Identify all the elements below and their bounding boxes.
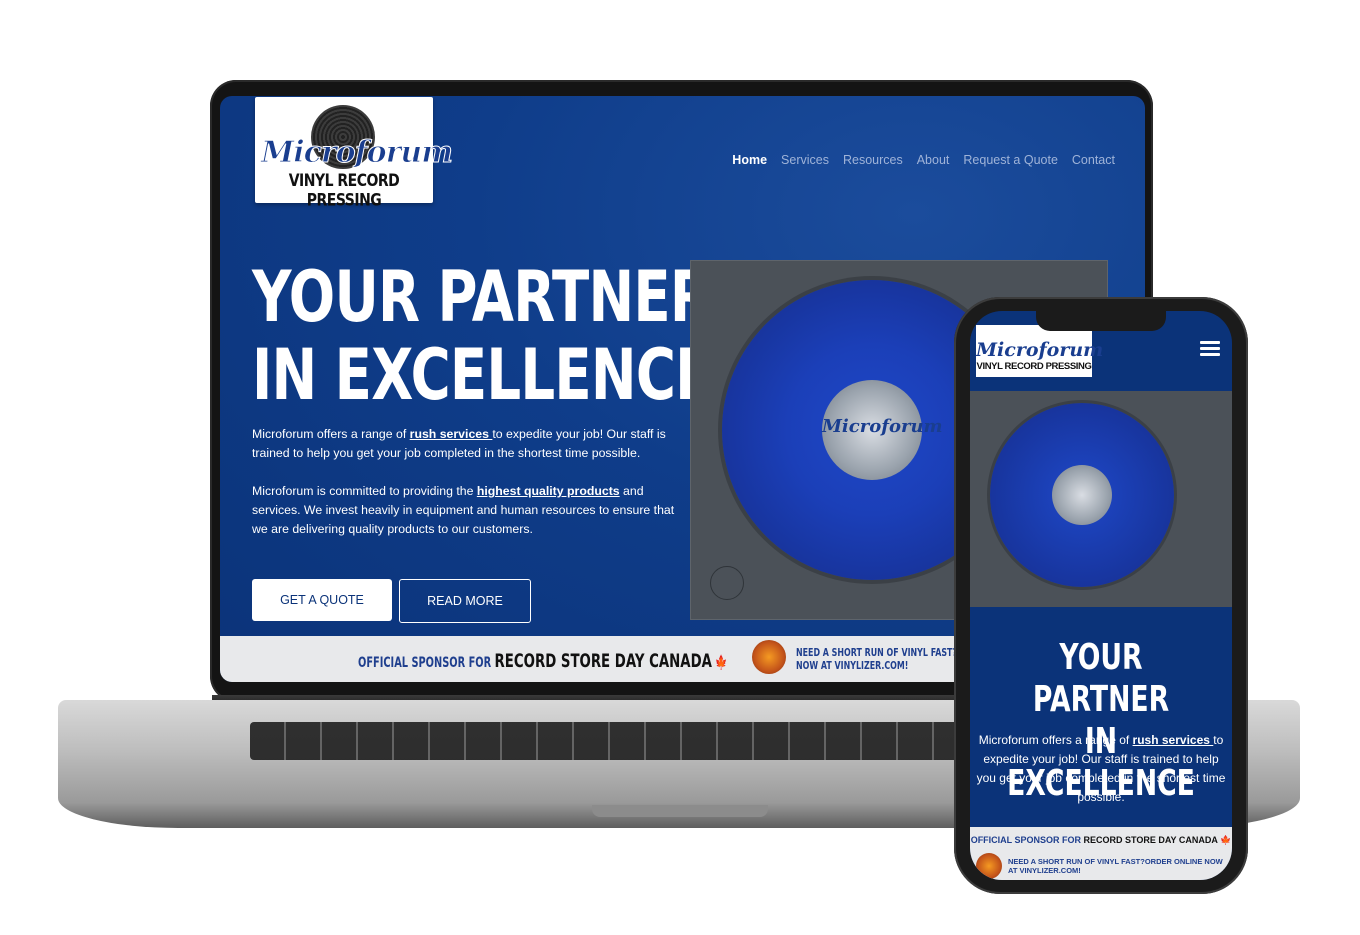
maple-leaf-icon: 🍁 — [715, 655, 728, 671]
logo-script: Microforum — [261, 135, 454, 171]
mobile-vinylizer-icon — [976, 853, 1002, 879]
record-label: Microforum — [822, 380, 943, 480]
hero-p2-text: Microforum is committed to providing the — [252, 484, 477, 498]
mobile-sponsor-banner[interactable]: OFFICIAL SPONSOR FOR RECORD STORE DAY CA… — [970, 827, 1232, 880]
phone-notch — [1036, 311, 1166, 331]
nav-request-quote[interactable]: Request a Quote — [963, 153, 1058, 167]
rsd-sponsor[interactable]: OFFICIAL SPONSOR FOR RECORD STORE DAY CA… — [358, 650, 728, 672]
mobile-maple-leaf-icon: 🍁 — [1220, 835, 1232, 845]
hero-title-line1: YOUR PARTNER — [252, 256, 712, 338]
mobile-title-line1: YOUR PARTNER — [1032, 637, 1170, 720]
mobile-turntable-image — [970, 391, 1232, 607]
hero-p1-text: Microforum offers a range of — [252, 427, 410, 441]
hero-paragraph-2: Microforum is committed to providing the… — [252, 482, 692, 539]
get-quote-button[interactable]: GET A QUOTE — [252, 579, 392, 621]
hero-title: YOUR PARTNER IN EXCELLENCE — [252, 258, 712, 414]
vinylizer-icon — [752, 640, 786, 674]
mobile-vinyl-record — [990, 403, 1174, 587]
phone-frame: Microforum VINYL RECORD PRESSING YOUR PA… — [954, 297, 1248, 894]
mobile-official-text: OFFICIAL SPONSOR FOR — [970, 835, 1084, 845]
record-label-text: Microforum — [822, 416, 943, 437]
official-sponsor-text: OFFICIAL SPONSOR FOR — [358, 655, 495, 671]
mobile-rush-services-link[interactable]: rush services — [1133, 733, 1214, 747]
quality-products-link[interactable]: highest quality products — [477, 484, 620, 498]
rsd-logo-text: RECORD STORE DAY CANADA — [494, 650, 712, 672]
hamburger-menu-icon[interactable] — [1200, 341, 1220, 359]
mobile-hero-paragraph: Microforum offers a range of rush servic… — [974, 731, 1228, 807]
mobile-rsd-sponsor[interactable]: OFFICIAL SPONSOR FOR RECORD STORE DAY CA… — [970, 835, 1232, 846]
mobile-p-text: Microforum offers a range of — [978, 733, 1133, 747]
nav-about[interactable]: About — [917, 153, 950, 167]
mobile-record-label — [1052, 465, 1112, 525]
hero-title-line2: IN EXCELLENCE — [252, 334, 712, 416]
laptop-notch — [592, 805, 768, 817]
phone-screen: Microforum VINYL RECORD PRESSING YOUR PA… — [970, 311, 1232, 880]
nav-services[interactable]: Services — [781, 153, 829, 167]
mobile-logo-subtitle: VINYL RECORD PRESSING — [976, 361, 1092, 372]
nav-resources[interactable]: Resources — [843, 153, 903, 167]
mobile-vinylizer-promo[interactable]: NEED A SHORT RUN OF VINYL FAST?ORDER ONL… — [1008, 857, 1228, 875]
turntable-knob — [710, 566, 744, 600]
logo-subtitle: VINYL RECORD PRESSING — [288, 171, 400, 211]
promo-line-2: NOW AT VINYLIZER.COM! — [796, 659, 909, 672]
mobile-rsd-text: RECORD STORE DAY CANADA — [1083, 835, 1218, 845]
mobile-logo[interactable]: Microforum VINYL RECORD PRESSING — [976, 325, 1104, 377]
vinylizer-promo[interactable]: NEED A SHORT RUN OF VINYL FAST?ORD NOW AT… — [796, 646, 976, 672]
nav-home[interactable]: Home — [732, 153, 767, 167]
mobile-logo-script: Microforum — [976, 339, 1104, 361]
nav-contact[interactable]: Contact — [1072, 153, 1115, 167]
rush-services-link[interactable]: rush services — [410, 427, 493, 441]
promo-line-1: NEED A SHORT RUN OF VINYL FAST?ORD — [796, 646, 977, 659]
hero-paragraph-1: Microforum offers a range of rush servic… — [252, 425, 692, 463]
main-nav: Home Services Resources About Request a … — [732, 153, 1115, 167]
read-more-button[interactable]: READ MORE — [399, 579, 531, 623]
site-logo[interactable]: Microforum VINYL RECORD PRESSING — [255, 97, 454, 210]
